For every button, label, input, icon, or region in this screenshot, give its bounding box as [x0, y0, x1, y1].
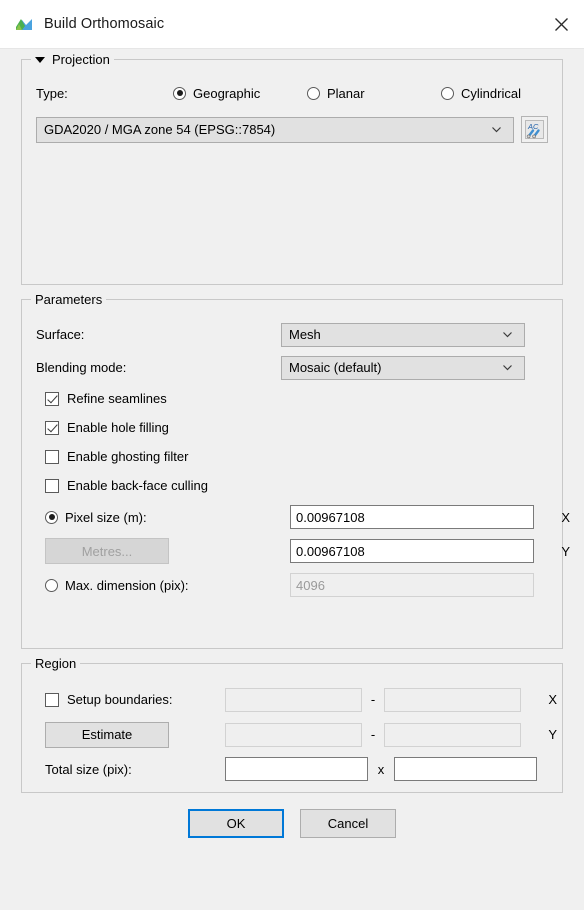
projection-group-title[interactable]: Projection: [31, 52, 114, 67]
crs-value: GDA2020 / MGA zone 54 (EPSG::7854): [44, 122, 276, 137]
max-dimension-input[interactable]: [290, 573, 534, 597]
radio-cylindrical[interactable]: Cylindrical: [441, 86, 521, 101]
checkbox-enable-back-face-culling-mark: [45, 478, 59, 493]
radio-pixel-size[interactable]: Pixel size (m):: [45, 510, 147, 525]
total-size-row: Total size (pix): x: [36, 752, 548, 786]
crs-row: GDA2020 / MGA zone 54 (EPSG::7854) AC: [36, 116, 548, 143]
radio-pixel-size-label: Pixel size (m):: [65, 509, 147, 525]
radio-max-dimension-label: Max. dimension (pix):: [65, 577, 189, 593]
projection-type-row: Type: Geographic Planar Cylindrical: [36, 80, 548, 106]
bounds-y-axis-label: Y: [548, 727, 557, 742]
chevron-down-icon[interactable]: [35, 56, 45, 63]
parameters-group-title: Parameters: [31, 292, 107, 307]
checkbox-enable-ghosting-filter-label: Enable ghosting filter: [67, 449, 189, 464]
checkbox-enable-ghosting-filter[interactable]: Enable ghosting filter: [45, 449, 188, 464]
chevron-down-icon: [501, 361, 514, 374]
checkbox-refine-seamlines-mark: [45, 391, 59, 406]
region-group: Region Setup boundaries: - X Estimate - …: [21, 656, 563, 793]
enable-hole-filling-row: Enable hole filling: [36, 413, 548, 442]
radio-geographic-label: Geographic: [193, 85, 261, 101]
checkbox-setup-boundaries[interactable]: Setup boundaries:: [45, 692, 173, 707]
total-size-separator: x: [377, 761, 385, 777]
enable-ghosting-filter-row: Enable ghosting filter: [36, 442, 548, 471]
dialog-content: Projection Type: Geographic Planar Cylin…: [0, 49, 584, 838]
projection-group: Projection Type: Geographic Planar Cylin…: [21, 52, 563, 285]
checkbox-enable-hole-filling-label: Enable hole filling: [67, 420, 169, 435]
projection-group-label: Projection: [52, 52, 110, 67]
ok-button[interactable]: OK: [188, 809, 284, 838]
radio-geographic-mark: [173, 86, 186, 100]
region-group-label: Region: [35, 656, 77, 671]
surface-value: Mesh: [289, 327, 321, 342]
blending-mode-dropdown[interactable]: Mosaic (default): [281, 355, 525, 380]
bounds-y-max-input[interactable]: [384, 722, 521, 747]
crs-dropdown[interactable]: GDA2020 / MGA zone 54 (EPSG::7854): [36, 116, 514, 143]
checkbox-setup-boundaries-mark: [45, 692, 59, 707]
radio-planar[interactable]: Planar: [307, 86, 441, 101]
surface-label: Surface:: [36, 327, 85, 342]
metashape-app-icon: [14, 14, 34, 34]
total-size-width-input[interactable]: [225, 757, 368, 781]
enable-back-face-culling-row: Enable back-face culling: [36, 471, 548, 500]
max-dimension-row: Max. dimension (pix):: [36, 568, 548, 602]
metres-button[interactable]: Metres...: [45, 538, 169, 564]
checkbox-enable-hole-filling[interactable]: Enable hole filling: [45, 420, 169, 435]
setup-boundaries-row: Setup boundaries: - X: [36, 682, 557, 717]
bounds-y-range-separator: -: [370, 727, 376, 742]
pixel-size-y-axis-label: Y: [561, 543, 570, 559]
cancel-button[interactable]: Cancel: [300, 809, 396, 838]
bounds-x-min-input[interactable]: [225, 687, 362, 712]
surface-row: Surface: Mesh: [36, 318, 548, 351]
pixel-size-x-axis-label: X: [561, 509, 570, 525]
total-size-label: Total size (pix):: [45, 761, 132, 777]
projection-type-label: Type:: [36, 85, 68, 101]
metres-row: Metres... Y: [36, 534, 570, 568]
close-icon[interactable]: [538, 0, 584, 48]
bounds-x-range-separator: -: [370, 692, 376, 707]
chevron-down-icon: [490, 123, 503, 136]
checkbox-setup-boundaries-label: Setup boundaries:: [67, 692, 173, 707]
pixel-size-y-input[interactable]: [290, 539, 534, 563]
surface-dropdown[interactable]: Mesh: [281, 322, 525, 347]
pixel-size-row: Pixel size (m): X: [36, 500, 570, 534]
radio-max-dimension[interactable]: Max. dimension (pix):: [45, 578, 189, 593]
dialog-title: Build Orthomosaic: [44, 16, 165, 32]
checkbox-enable-back-face-culling-label: Enable back-face culling: [67, 478, 208, 493]
bounds-y-min-input[interactable]: [225, 722, 362, 747]
radio-geographic[interactable]: Geographic: [173, 86, 307, 101]
checkbox-enable-hole-filling-mark: [45, 420, 59, 435]
radio-planar-label: Planar: [327, 85, 365, 101]
radio-max-dimension-mark: [45, 578, 58, 592]
pixel-size-x-input[interactable]: [290, 505, 534, 529]
checkbox-refine-seamlines-label: Refine seamlines: [67, 391, 167, 406]
checkbox-refine-seamlines[interactable]: Refine seamlines: [45, 391, 167, 406]
refine-seamlines-row: Refine seamlines: [36, 384, 548, 413]
chevron-down-icon: [501, 328, 514, 341]
radio-cylindrical-mark: [441, 86, 454, 100]
parameters-group: Parameters Surface: Mesh Blending mode: …: [21, 292, 570, 649]
dialog-footer: OK Cancel: [21, 809, 563, 838]
blending-mode-label: Blending mode:: [36, 360, 127, 375]
radio-planar-mark: [307, 86, 320, 100]
blending-mode-value: Mosaic (default): [289, 360, 382, 375]
parameters-group-label: Parameters: [35, 292, 103, 307]
estimate-button[interactable]: Estimate: [45, 721, 169, 748]
dialog-titlebar: Build Orthomosaic: [0, 0, 584, 48]
estimate-row: Estimate - Y: [36, 717, 557, 752]
blending-mode-row: Blending mode: Mosaic (default): [36, 351, 548, 384]
region-group-title: Region: [31, 656, 81, 671]
checkbox-enable-ghosting-filter-mark: [45, 449, 59, 464]
radio-cylindrical-label: Cylindrical: [461, 85, 521, 101]
crs-settings-icon[interactable]: AC: [521, 116, 548, 143]
checkbox-enable-back-face-culling[interactable]: Enable back-face culling: [45, 478, 208, 493]
total-size-height-input[interactable]: [394, 757, 537, 781]
radio-pixel-size-mark: [45, 510, 58, 524]
bounds-x-axis-label: X: [548, 692, 557, 707]
bounds-x-max-input[interactable]: [384, 687, 521, 712]
